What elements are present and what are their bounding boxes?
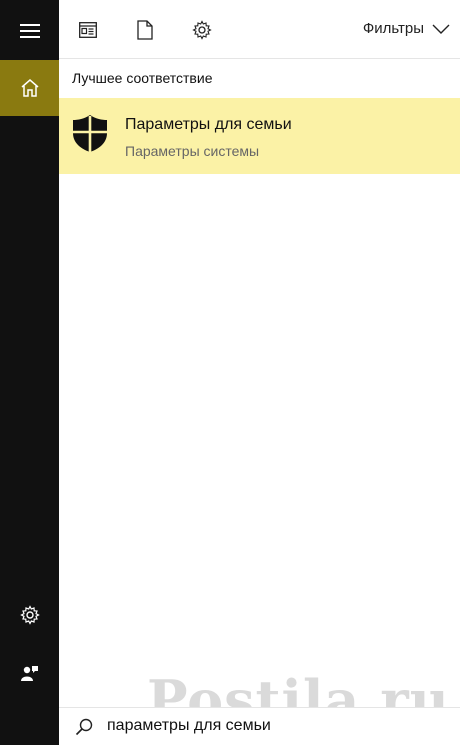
sidebar [0, 0, 59, 745]
filters-label: Фильтры [362, 20, 424, 37]
gear-icon [19, 605, 40, 625]
apps-icon [79, 22, 97, 38]
section-title: Лучшее соответствие [72, 70, 213, 86]
documents-button[interactable] [134, 19, 156, 41]
search-panel: Фильтры Лучшее соответствие Параметры дл… [59, 0, 460, 746]
document-icon [137, 20, 153, 40]
search-box[interactable]: параметры для семьи [59, 707, 460, 746]
result-title: Параметры для семьи [125, 116, 292, 133]
settings-button[interactable] [0, 587, 59, 643]
best-match-result[interactable]: Параметры для семьи Параметры системы [59, 98, 460, 174]
hamburger-menu-icon [19, 24, 40, 38]
apps-button[interactable] [77, 19, 99, 41]
feedback-icon [20, 666, 38, 681]
settings-filter-button[interactable] [191, 19, 213, 41]
toolbar: Фильтры [59, 0, 460, 59]
filters-dropdown[interactable]: Фильтры [363, 20, 450, 37]
search-input[interactable]: параметры для семьи [107, 717, 271, 735]
home-button[interactable] [0, 60, 59, 116]
result-subtitle: Параметры системы [125, 143, 260, 159]
feedback-button[interactable] [0, 645, 59, 701]
family-shield-icon [73, 115, 107, 152]
hamburger-menu-button[interactable] [0, 3, 59, 59]
chevron-down-icon [432, 24, 450, 34]
settings-gear-icon [192, 20, 212, 40]
home-icon [21, 79, 38, 97]
search-icon [75, 718, 93, 736]
